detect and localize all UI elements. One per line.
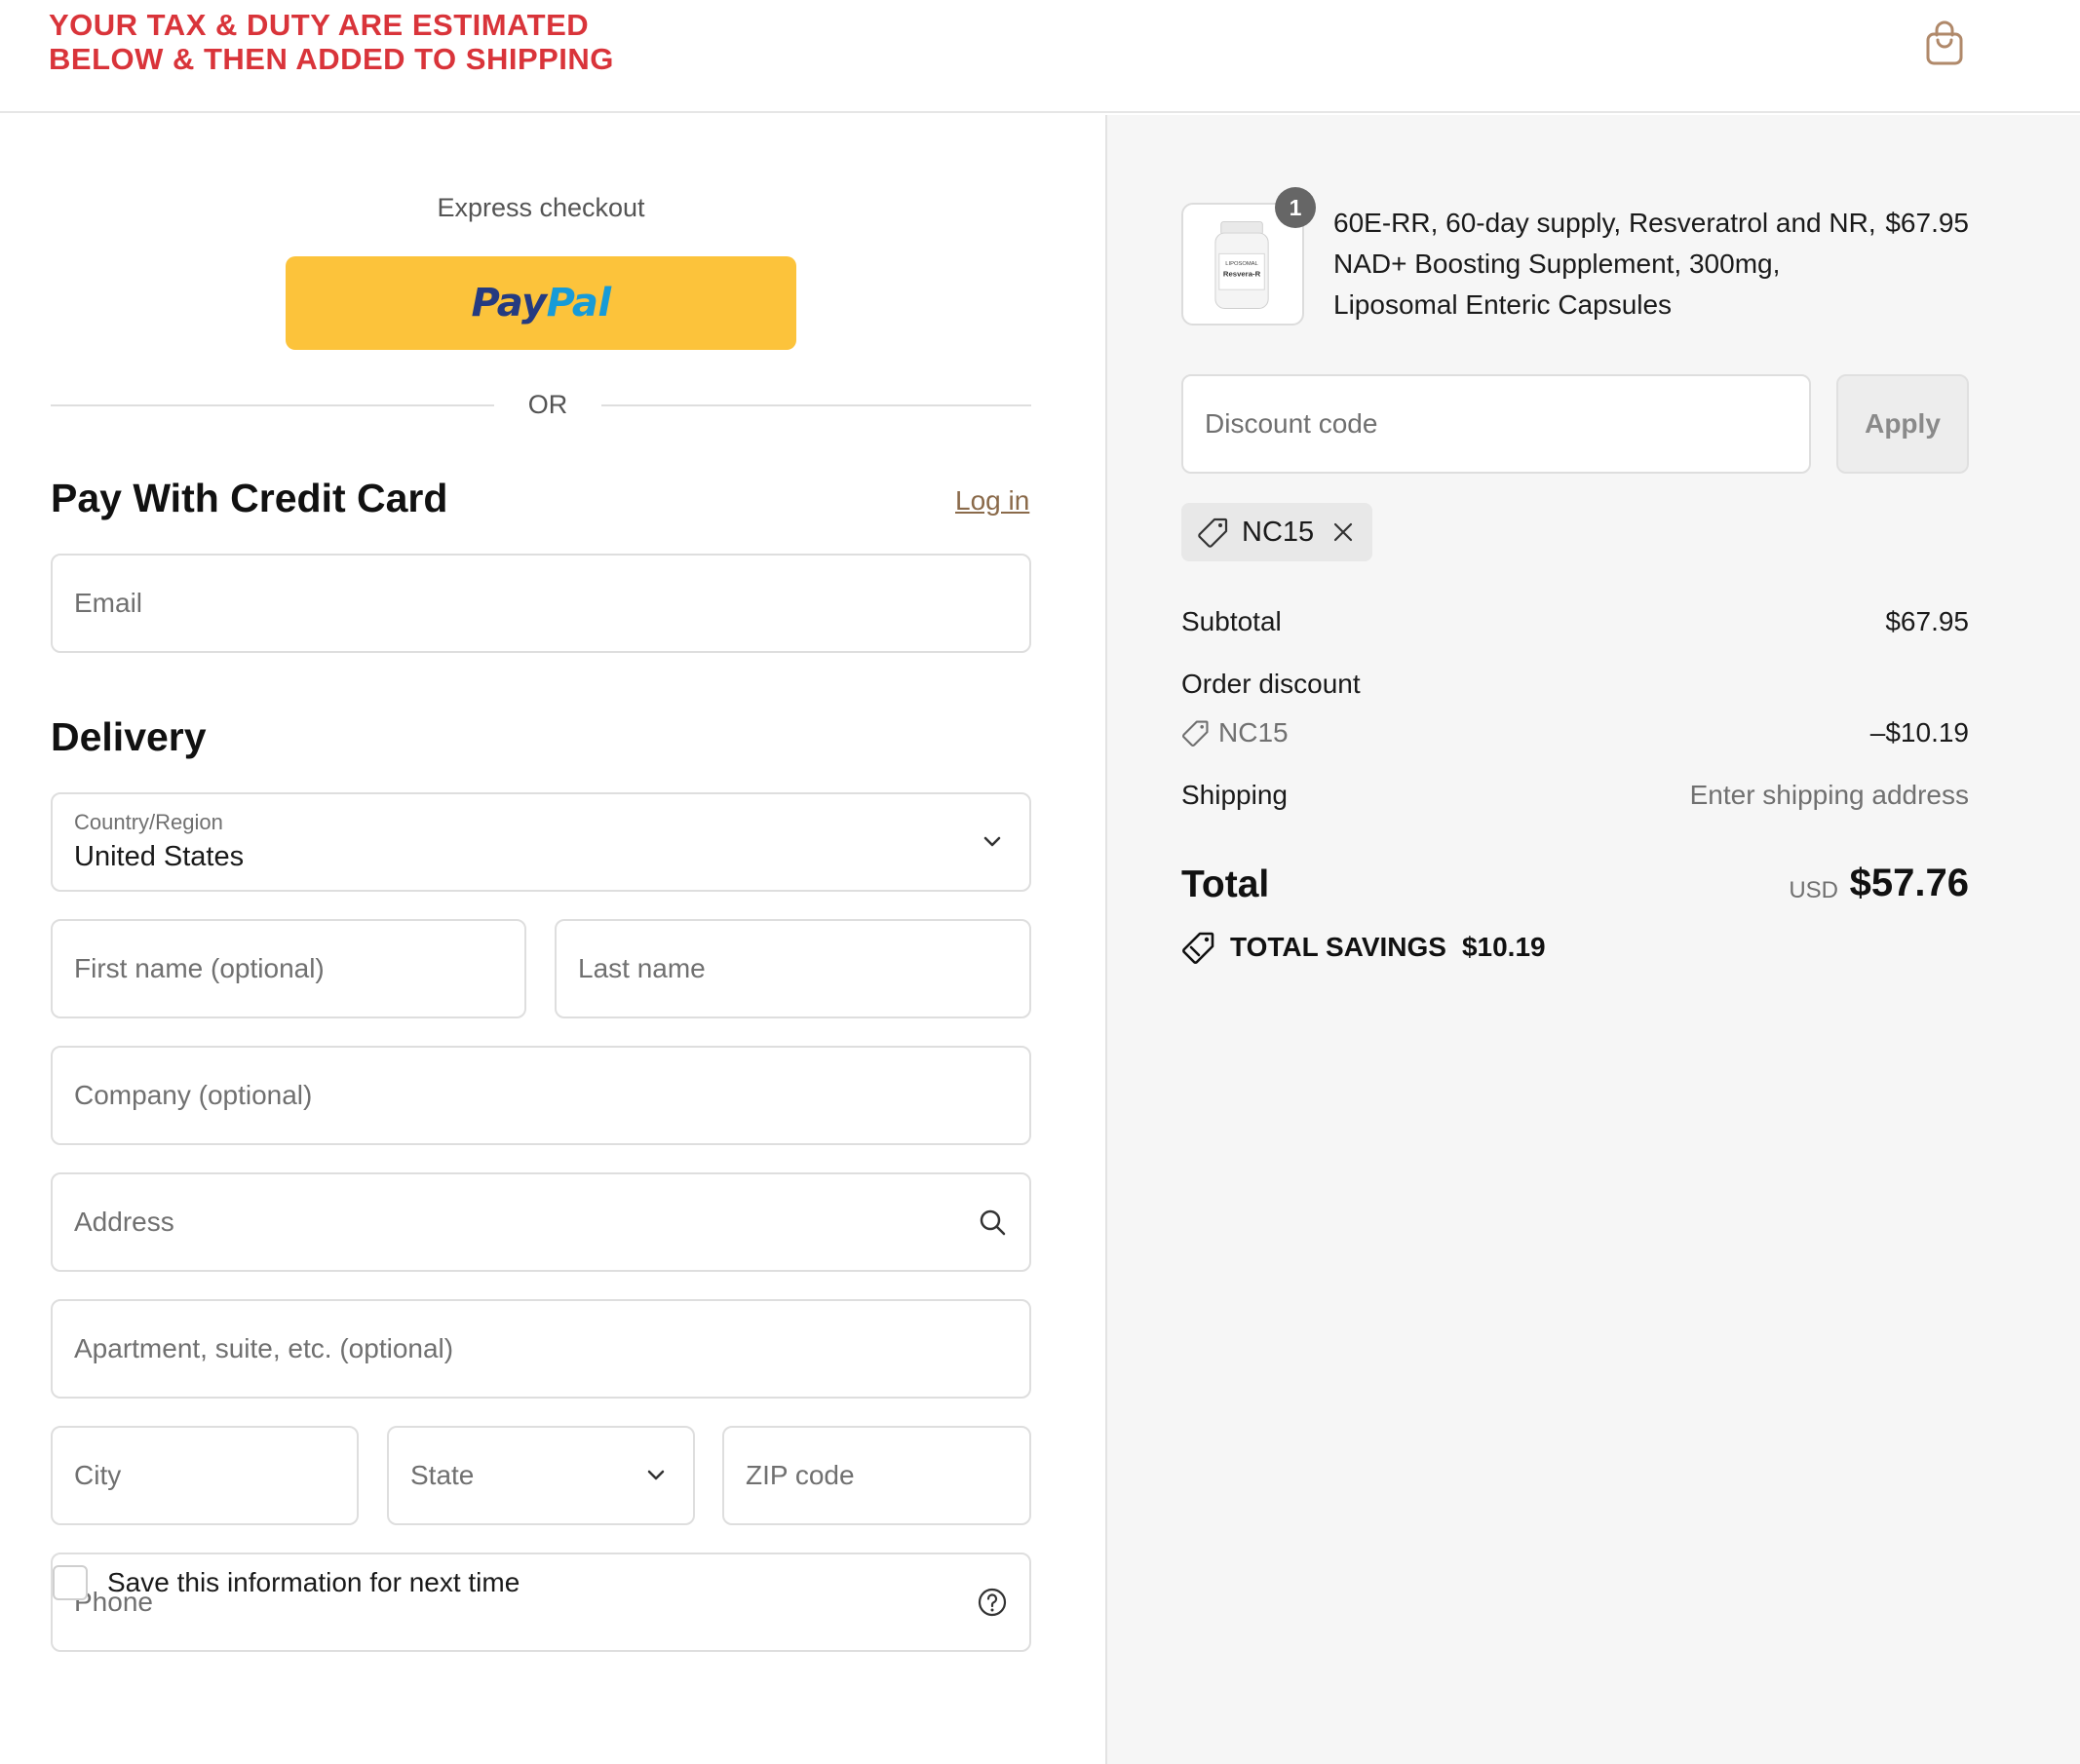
or-divider: OR [51, 385, 1031, 424]
discount-code-line: NC15 [1181, 717, 1289, 748]
zip-code-placeholder: ZIP code [746, 1460, 855, 1490]
chevron-down-icon [983, 836, 1001, 847]
state-placeholder: State [410, 1460, 475, 1490]
company-field[interactable]: Company (optional) [51, 1046, 1031, 1145]
apply-discount-button[interactable]: Apply [1836, 374, 1969, 474]
express-checkout-label: Express checkout [437, 193, 645, 222]
total-amount: $57.76 [1849, 862, 1969, 904]
subtotal-value: $67.95 [1885, 606, 1969, 636]
paypal-logo: PayPal [471, 281, 611, 326]
email-field[interactable]: Email [51, 554, 1031, 653]
subtotal-label: Subtotal [1181, 606, 1282, 636]
order-discount-label: Order discount [1181, 669, 1361, 699]
remove-discount-icon[interactable] [1331, 520, 1355, 544]
apartment-field[interactable]: Apartment, suite, etc. (optional) [51, 1299, 1031, 1399]
first-name-field[interactable]: First name (optional) [51, 919, 526, 1018]
tax-duty-banner: YOUR TAX & DUTY ARE ESTIMATED BELOW & TH… [49, 8, 614, 76]
divider-line [51, 404, 494, 406]
tag-icon [1182, 720, 1209, 747]
address-field[interactable]: Address [51, 1172, 1031, 1272]
total-savings: TOTAL SAVINGS $10.19 [1181, 930, 1546, 965]
or-label: OR [527, 390, 568, 419]
state-select[interactable]: State [387, 1426, 695, 1525]
city-field[interactable]: City [51, 1426, 359, 1525]
shipping-label: Shipping [1181, 780, 1288, 810]
paypal-button[interactable]: PayPal [286, 256, 796, 350]
quantity-badge: 1 [1275, 187, 1316, 228]
pay-with-credit-card-title: Pay With Credit Card [51, 476, 448, 520]
total-currency: USD [1789, 877, 1838, 903]
product-price: $67.95 [1885, 208, 1969, 238]
order-summary: LIPOSOMAL Resvera-R 1 60E-RR, 60-day sup… [1107, 115, 2080, 1764]
discount-code-input[interactable]: Discount code [1181, 374, 1811, 474]
discount-code-text: NC15 [1218, 717, 1289, 748]
bottle-label-line-2: Resvera-R [1223, 270, 1261, 279]
banner-line-1: YOUR TAX & DUTY ARE ESTIMATED [49, 8, 590, 42]
discount-value: –$10.19 [1869, 717, 1969, 748]
bottle-label-line-1: LIPOSOMAL [1225, 261, 1258, 267]
delivery-title: Delivery [51, 714, 207, 759]
company-placeholder: Company (optional) [74, 1080, 313, 1110]
last-name-field[interactable]: Last name [555, 919, 1031, 1018]
total-label: Total [1181, 863, 1270, 905]
divider-line [601, 404, 1031, 406]
total-savings-label: TOTAL SAVINGS [1230, 932, 1446, 962]
login-link[interactable]: Log in [955, 485, 1029, 517]
country-label: Country/Region [74, 810, 223, 834]
shipping-value: Enter shipping address [1689, 780, 1969, 810]
banner-line-2: BELOW & THEN ADDED TO SHIPPING [49, 42, 614, 76]
savings-tag-icon [1182, 932, 1214, 964]
chevron-down-icon [647, 1470, 665, 1480]
applied-discount-chip: NC15 [1181, 503, 1372, 561]
help-icon[interactable] [977, 1587, 1008, 1618]
save-info-label: Save this information for next time [107, 1567, 520, 1597]
header: YOUR TAX & DUTY ARE ESTIMATED BELOW & TH… [0, 0, 2080, 113]
zip-code-field[interactable]: ZIP code [722, 1426, 1031, 1525]
discount-code-placeholder: Discount code [1205, 408, 1378, 439]
email-placeholder: Email [74, 588, 143, 618]
applied-code-text: NC15 [1242, 516, 1315, 548]
address-placeholder: Address [74, 1207, 174, 1237]
product-name: 60E-RR, 60-day supply, Resveratrol and N… [1333, 208, 1876, 320]
checkout-form: Express checkout PayPal OR Pay With Cred… [0, 115, 1105, 1764]
tag-icon [1198, 518, 1228, 548]
apartment-placeholder: Apartment, suite, etc. (optional) [74, 1333, 454, 1363]
last-name-placeholder: Last name [578, 953, 706, 983]
save-info-checkbox[interactable] [53, 1565, 88, 1600]
total-savings-amount: $10.19 [1461, 932, 1546, 962]
country-select[interactable]: Country/Region United States [51, 792, 1031, 892]
country-value: United States [74, 841, 245, 872]
first-name-placeholder: First name (optional) [74, 953, 325, 983]
city-placeholder: City [74, 1460, 122, 1490]
shopping-bag-icon[interactable] [1924, 19, 1965, 66]
search-icon[interactable] [977, 1207, 1008, 1238]
